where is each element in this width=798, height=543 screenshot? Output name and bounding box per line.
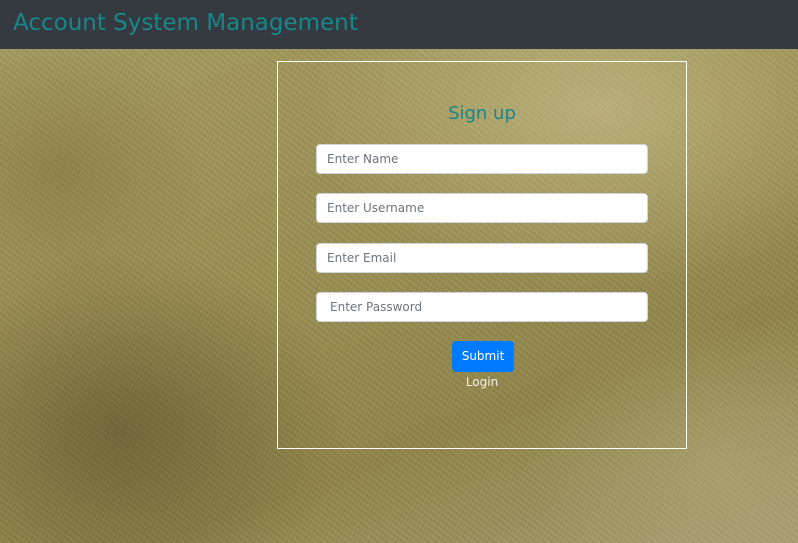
submit-button[interactable]: Submit <box>452 341 514 372</box>
form-title: Sign up <box>448 103 516 124</box>
username-input[interactable] <box>316 193 648 223</box>
navbar: Account System Management <box>0 0 798 49</box>
brand-title[interactable]: Account System Management <box>13 7 358 39</box>
name-input[interactable] <box>316 144 648 174</box>
signup-form: Sign up Submit Login <box>277 61 687 449</box>
email-input[interactable] <box>316 243 648 273</box>
password-input[interactable] <box>316 292 648 322</box>
login-link[interactable]: Login <box>278 374 686 390</box>
